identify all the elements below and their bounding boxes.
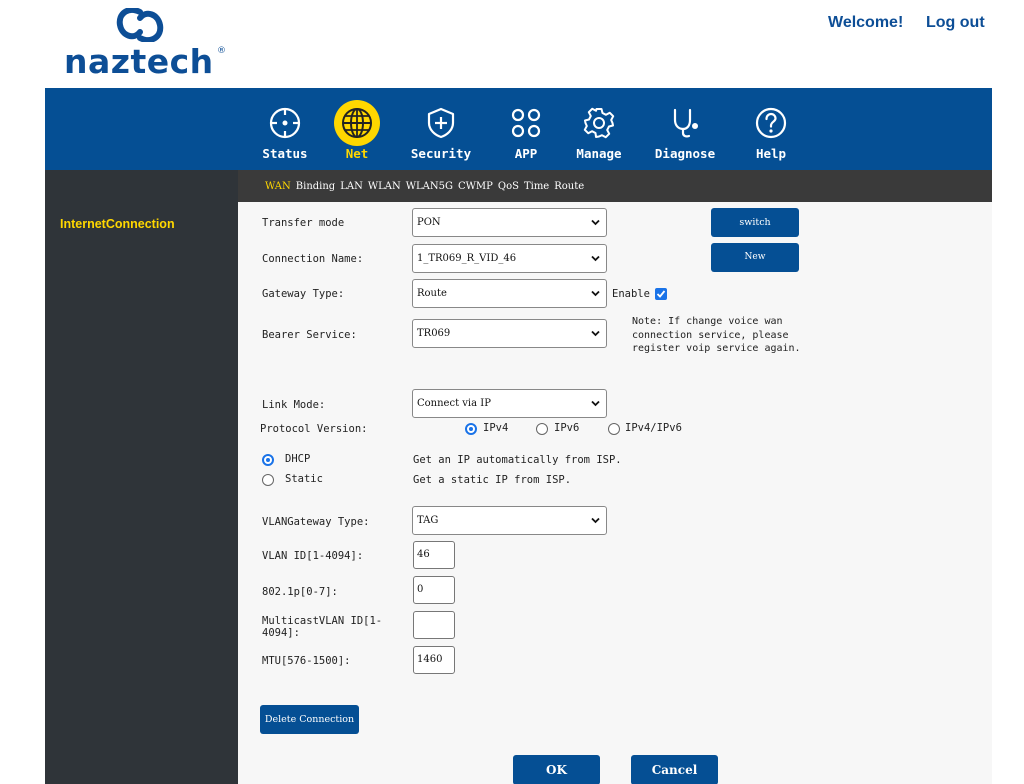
dhcp-label: DHCP — [285, 453, 311, 465]
nav-label-status: Status — [262, 146, 308, 161]
protocol-ipv6-label: IPv6 — [554, 422, 580, 434]
protocol-ipv4-ipv6-label: IPv4/IPv6 — [625, 422, 682, 434]
subnav-item-cwmp[interactable]: CWMP — [458, 181, 493, 192]
nav-label-manage: Manage — [576, 146, 622, 161]
connection-name-select[interactable]: 1_TR069_R_VID_46 — [412, 244, 607, 273]
transfer-mode-select[interactable]: PON — [412, 208, 607, 237]
dhcp-radio[interactable] — [262, 454, 274, 466]
nav-item-diagnose[interactable]: Diagnose — [649, 88, 721, 170]
nav-item-app[interactable]: APP — [503, 88, 549, 170]
sidebar-item-internet-connection[interactable]: InternetConnection — [60, 217, 175, 231]
apps-grid-icon — [511, 108, 541, 138]
link-mode-label: Link Mode: — [262, 399, 326, 411]
naztech-logo: naztech ® — [64, 8, 229, 81]
vlan-id-label: VLAN ID[1-4094]: — [262, 550, 364, 562]
gateway-type-select[interactable]: Route — [412, 279, 607, 308]
vlan-id-input[interactable]: 46 — [413, 541, 455, 569]
logout-link[interactable]: Log out — [926, 14, 985, 32]
protocol-ipv4-ipv6-radio[interactable] — [608, 423, 620, 435]
delete-connection-button[interactable]: Delete Connection — [260, 705, 359, 734]
sub-nav: WAN Binding LAN WLAN WLAN5G CWMP QoS Time Route — [238, 170, 992, 202]
nav-label-security: Security — [410, 146, 472, 161]
wan-form: Transfer mode PON switch Connection Name… — [238, 202, 992, 784]
registered-mark: ® — [217, 46, 226, 56]
nav-item-net[interactable]: Net — [333, 88, 381, 170]
bearer-service-note: Note: If change voice wan connection ser… — [632, 316, 801, 354]
chevron-down-icon — [591, 255, 600, 262]
mtu-label: MTU[576-1500]: — [262, 655, 351, 667]
gateway-type-value: Route — [417, 288, 447, 299]
protocol-ipv6-radio[interactable] — [536, 423, 548, 435]
priority-input[interactable]: 0 — [413, 576, 455, 604]
static-radio[interactable] — [262, 474, 274, 486]
subnav-item-wan[interactable]: WAN — [265, 181, 291, 192]
protocol-ipv4-radio[interactable] — [465, 423, 477, 435]
globe-icon — [342, 108, 372, 138]
cancel-button[interactable]: Cancel — [631, 755, 718, 784]
bearer-service-select[interactable]: TR069 — [412, 319, 607, 348]
nav-item-help[interactable]: Help — [748, 88, 794, 170]
vlan-gateway-type-label: VLANGateway Type: — [262, 516, 370, 528]
link-mode-select[interactable]: Connect via IP — [412, 389, 607, 418]
enable-checkbox[interactable] — [655, 288, 667, 300]
multicast-vlan-id-input[interactable] — [413, 611, 455, 639]
enable-label: Enable — [612, 288, 650, 300]
priority-label: 802.1p[0-7]: — [262, 586, 338, 598]
gateway-type-label: Gateway Type: — [262, 288, 345, 300]
chevron-down-icon — [591, 219, 600, 226]
subnav-item-route[interactable]: Route — [554, 181, 584, 192]
subnav-item-wlan5g[interactable]: WLAN5G — [406, 181, 453, 192]
dhcp-description: Get an IP automatically from ISP. — [413, 454, 622, 466]
ok-button[interactable]: OK — [513, 755, 600, 784]
link-mode-value: Connect via IP — [417, 398, 491, 409]
mtu-input[interactable]: 1460 — [413, 646, 455, 674]
subnav-item-wlan[interactable]: WLAN — [368, 181, 401, 192]
gear-icon — [583, 107, 615, 139]
chevron-down-icon — [591, 400, 600, 407]
bearer-service-label: Bearer Service: — [262, 329, 357, 341]
chevron-down-icon — [591, 517, 600, 524]
stethoscope-icon — [673, 108, 698, 138]
chevron-down-icon — [591, 330, 600, 337]
multicast-vlan-id-label-line1: MulticastVLAN ID[1- — [262, 615, 383, 627]
vlan-gateway-type-select[interactable]: TAG — [412, 506, 607, 535]
transfer-mode-label: Transfer mode — [262, 217, 345, 229]
question-icon — [755, 107, 787, 139]
chevron-down-icon — [591, 290, 600, 297]
naztech-logo-mark-icon — [116, 8, 164, 42]
subnav-item-time[interactable]: Time — [524, 181, 549, 192]
nav-label-help: Help — [755, 146, 787, 161]
multicast-vlan-id-label-line2: 4094]: — [262, 627, 300, 639]
checkmark-icon — [656, 290, 666, 298]
subnav-item-lan[interactable]: LAN — [340, 181, 363, 192]
crosshair-icon — [269, 107, 301, 139]
transfer-mode-value: PON — [417, 217, 441, 228]
subnav-item-qos[interactable]: QoS — [498, 181, 519, 192]
vlan-gateway-type-value: TAG — [417, 515, 439, 526]
shield-plus-icon — [427, 107, 455, 139]
welcome-text: Welcome! — [828, 14, 904, 31]
nav-label-app: APP — [514, 146, 538, 161]
sidebar: InternetConnection — [45, 170, 238, 784]
nav-label-diagnose: Diagnose — [654, 146, 716, 161]
static-description: Get a static IP from ISP. — [413, 474, 572, 486]
switch-button[interactable]: switch — [711, 208, 799, 237]
protocol-version-label: Protocol Version: — [260, 423, 368, 435]
main-nav: Status Net Security APP Manage Diagnose … — [45, 88, 992, 170]
protocol-ipv4-label: IPv4 — [483, 422, 509, 434]
new-button[interactable]: New — [711, 243, 799, 272]
nav-item-security[interactable]: Security — [405, 88, 477, 170]
nav-item-status[interactable]: Status — [257, 88, 313, 170]
connection-name-label: Connection Name: — [262, 253, 364, 265]
connection-name-value: 1_TR069_R_VID_46 — [417, 253, 517, 264]
static-label: Static — [285, 473, 323, 485]
bearer-service-value: TR069 — [417, 328, 451, 339]
nav-item-manage[interactable]: Manage — [571, 88, 627, 170]
brand-name: naztech — [64, 42, 214, 81]
nav-label-net: Net — [345, 146, 369, 161]
subnav-item-binding[interactable]: Binding — [296, 181, 335, 192]
